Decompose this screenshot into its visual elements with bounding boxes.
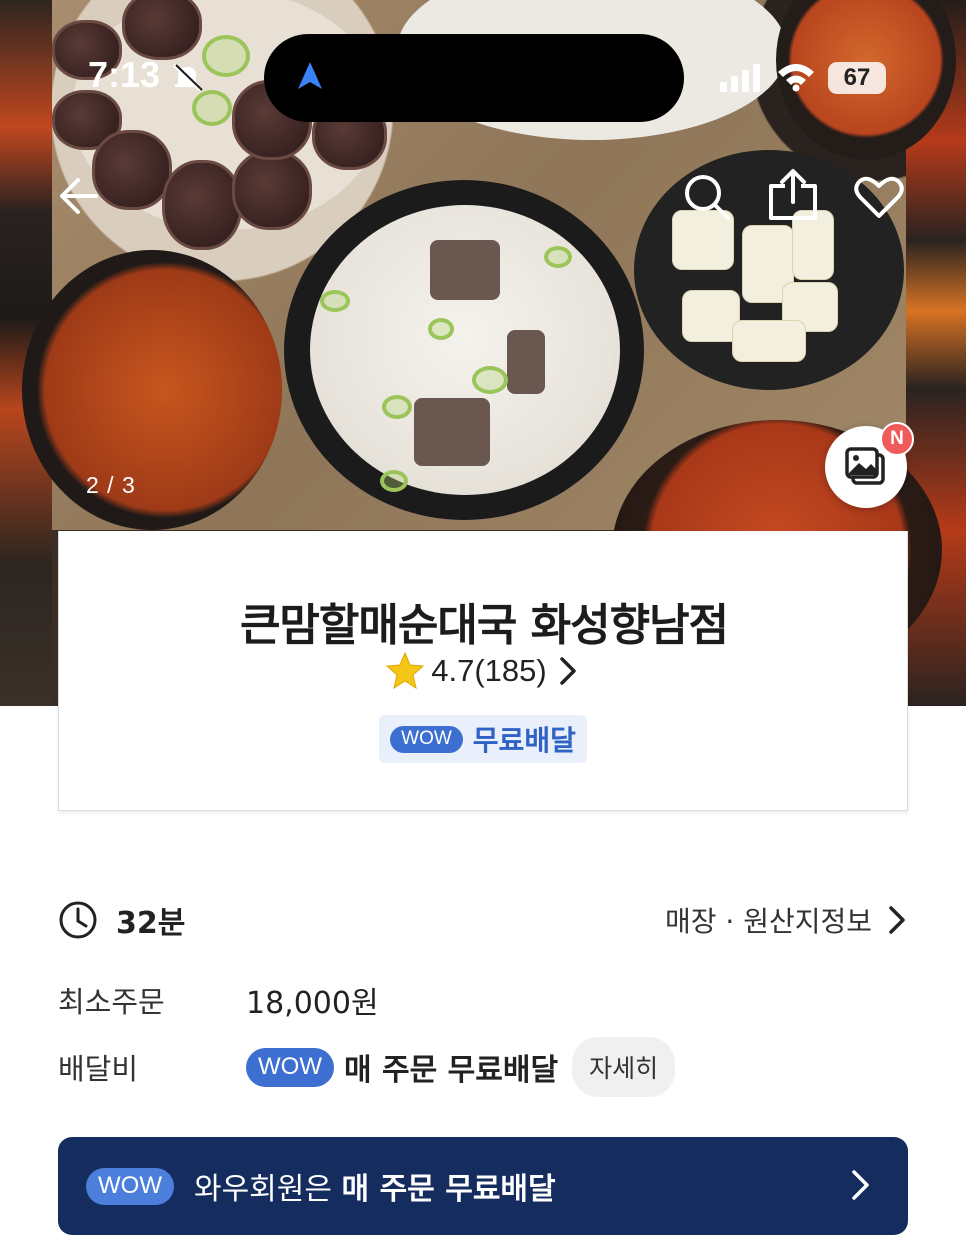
store-origin-info-link[interactable]: 매장 · 원산지정보 <box>665 898 908 942</box>
wifi-icon <box>778 64 814 92</box>
meat-slice <box>507 330 545 394</box>
store-name: 큰맘할매순대국 화성향남점 <box>239 600 729 651</box>
min-order-row: 최소주문 18,000원 <box>58 978 908 1022</box>
green-onion <box>320 290 350 312</box>
free-delivery-label: 무료배달 <box>472 724 576 757</box>
banner-text-bold: 매 주문 무료배달 <box>341 1172 556 1207</box>
green-onion <box>380 470 408 492</box>
status-time: 7:13 <box>88 54 161 95</box>
chevron-right-icon <box>889 906 905 934</box>
photo-counter: 2 / 3 <box>86 472 136 498</box>
green-onion <box>192 90 232 126</box>
sundae-slice <box>92 130 172 210</box>
delivery-fee-row: 배달비 WOW 매 주문 무료배달 자세히 <box>58 1037 908 1097</box>
green-onion <box>544 246 572 268</box>
wow-free-delivery-tag: WOW 무료배달 <box>379 715 587 763</box>
wow-badge: WOW <box>390 725 463 753</box>
photo-gallery-icon <box>845 447 885 485</box>
delivery-fee-label: 배달비 <box>58 1052 139 1086</box>
dynamic-island <box>264 34 684 122</box>
chevron-right-icon <box>852 1170 869 1200</box>
wow-membership-banner[interactable]: WOW 와우회원은 매 주문 무료배달 <box>58 1137 908 1235</box>
store-info-card: 큰맘할매순대국 화성향남점 4.7(185) WOW 무료배달 <box>58 531 908 811</box>
heart-icon[interactable] <box>854 174 904 220</box>
delivery-fee-value: 매 주문 무료배달 <box>343 1053 559 1088</box>
radish-piece <box>732 320 806 362</box>
spicy-dish <box>22 250 282 530</box>
clock-icon <box>59 901 97 939</box>
delivery-time: 32분 <box>116 906 186 941</box>
new-badge: N <box>880 422 914 456</box>
details-button[interactable]: 자세히 <box>572 1037 676 1097</box>
delivery-time-row: 32분 매장 · 원산지정보 <box>58 898 908 942</box>
meat-slice <box>430 240 500 300</box>
green-onion <box>472 366 508 394</box>
sundae-slice <box>162 160 242 250</box>
wow-badge: WOW <box>246 1047 334 1087</box>
meat-slice <box>414 398 490 466</box>
green-onion <box>382 395 412 419</box>
store-origin-info-label: 매장 · 원산지정보 <box>664 905 872 938</box>
min-order-value: 18,000원 <box>246 986 379 1021</box>
signal-icon <box>720 64 760 92</box>
wow-badge: WOW <box>86 1167 174 1205</box>
banner-text: 와우회원은 매 주문 무료배달 <box>194 1164 556 1208</box>
navigation-arrow-icon <box>298 62 322 89</box>
sundae-slice <box>232 150 312 230</box>
bell-slash-icon <box>172 63 203 92</box>
rating-link[interactable]: 4.7(185) <box>59 651 909 691</box>
star-icon <box>386 651 425 690</box>
share-icon[interactable] <box>767 168 819 222</box>
green-onion <box>428 318 454 340</box>
search-icon[interactable] <box>682 172 732 222</box>
chevron-right-icon <box>559 657 576 685</box>
banner-text-prefix: 와우회원은 <box>193 1172 332 1207</box>
back-arrow-icon[interactable] <box>58 176 98 216</box>
min-order-label: 최소주문 <box>58 985 165 1019</box>
battery-indicator: 67 <box>828 62 886 94</box>
sundae-slice <box>122 0 202 60</box>
rating-value: 4.7(185) <box>431 653 547 688</box>
green-onion <box>202 35 250 77</box>
